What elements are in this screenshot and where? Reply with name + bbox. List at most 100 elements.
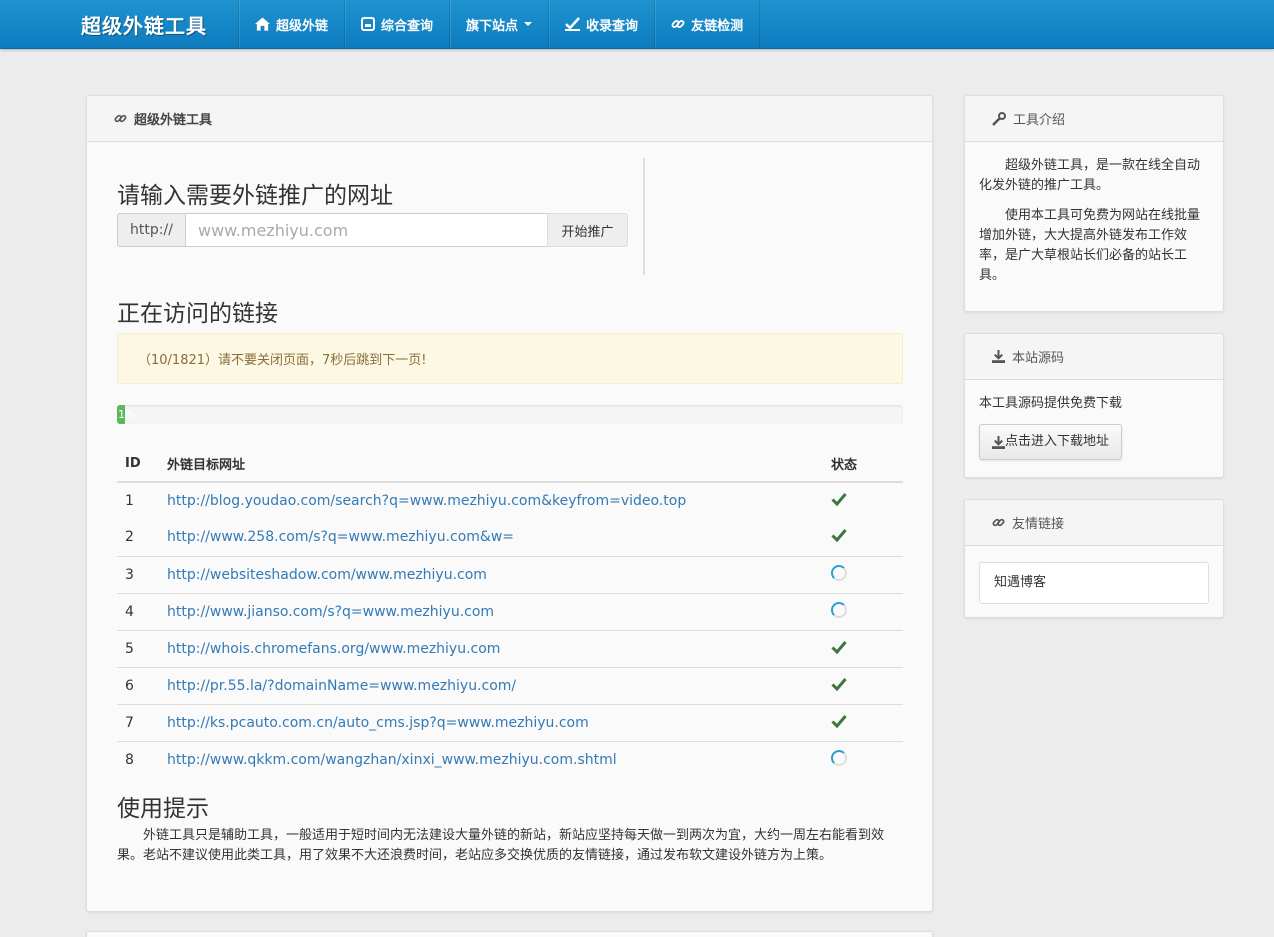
intro-paragraph: 超级外链工具，是一款在线全自动化发外链的推广工具。 — [979, 158, 1201, 193]
row-url: http://whois.chromefans.org/www.mezhiyu.… — [159, 629, 823, 667]
nav-item-label: 收录查询 — [586, 18, 639, 34]
friend-links-panel: 友情链接 知遇博客 — [964, 499, 1224, 618]
top-navbar: 超级外链工具 超级外链 综合查询 旗下站点 收录查询 友链检测 — [0, 0, 1274, 49]
input-heading: 请输入需要外链推广的网址 — [117, 183, 393, 209]
nav-item-index-query[interactable]: 收录查询 — [548, 0, 654, 48]
loading-spinner-icon — [831, 749, 847, 766]
friend-link-item[interactable]: 知遇博客 — [979, 562, 1209, 604]
divider — [643, 158, 645, 275]
row-id: 1 — [117, 481, 159, 519]
download-icon — [992, 435, 1005, 449]
target-url-link[interactable]: http://www.258.com/s?q=www.mezhiyu.com&w… — [167, 529, 514, 545]
bottom-panel — [86, 931, 933, 937]
hdd-icon — [361, 17, 376, 31]
target-url-link[interactable]: http://whois.chromefans.org/www.mezhiyu.… — [167, 641, 500, 657]
row-id: 5 — [117, 629, 159, 667]
check-icon — [831, 714, 847, 728]
row-id: 6 — [117, 666, 159, 704]
target-url-link[interactable]: http://www.jianso.com/s?q=www.mezhiyu.co… — [167, 604, 494, 620]
check-icon — [565, 17, 581, 31]
loading-spinner-icon — [831, 601, 847, 618]
main-nav: 超级外链 综合查询 旗下站点 收录查询 友链检测 — [238, 0, 761, 48]
table-row: 8 http://www.qkkm.com/wangzhan/xinxi_www.… — [117, 740, 903, 778]
row-status — [823, 740, 903, 778]
url-input-group: http:// 开始推广 — [117, 213, 628, 247]
start-promote-button[interactable]: 开始推广 — [547, 213, 628, 247]
main-panel: 超级外链工具 请输入需要外链推广的网址 http:// 开始推广 正在访问的链接… — [86, 95, 933, 912]
tool-intro-panel: 工具介绍 超级外链工具，是一款在线全自动化发外链的推广工具。 使用本工具可免费为… — [964, 95, 1224, 312]
table-row: 3 http://websiteshadow.com/www.mezhiyu.co… — [117, 555, 903, 593]
row-url: http://blog.youdao.com/search?q=www.mezh… — [159, 481, 823, 519]
table-row: 6 http://pr.55.la/?domainName=www.mezhiyu… — [117, 666, 903, 704]
progress-alert: （10/1821）请不要关闭页面，7秒后跳到下一页! — [117, 333, 903, 384]
row-status — [823, 519, 903, 556]
row-url: http://www.qkkm.com/wangzhan/xinxi_www.m… — [159, 740, 823, 778]
check-icon — [831, 493, 847, 507]
row-status — [823, 592, 903, 630]
nav-item-label: 友链检测 — [691, 18, 744, 34]
table-row: 2 http://www.258.com/s?q=www.mezhiyu.com&… — [117, 519, 903, 556]
friend-links-header: 友情链接 — [965, 500, 1223, 546]
row-id: 8 — [117, 740, 159, 778]
row-url: http://ks.pcauto.com.cn/auto_cms.jsp?q=w… — [159, 703, 823, 741]
friend-links-body: 知遇博客 — [965, 546, 1223, 618]
links-table: ID 外链目标网址 状态 1 http://blog.youdao.com/sea… — [117, 446, 903, 778]
download-button[interactable]: 点击进入下载地址 — [979, 424, 1123, 460]
download-button-label: 点击进入下载地址 — [1005, 434, 1110, 449]
panel-title: 本站源码 — [1012, 351, 1065, 366]
row-url: http://websiteshadow.com/www.mezhiyu.com — [159, 555, 823, 593]
link-icon — [992, 518, 1005, 527]
row-url: http://www.258.com/s?q=www.mezhiyu.com&w… — [159, 519, 823, 556]
row-id: 2 — [125, 529, 134, 546]
panel-title: 工具介绍 — [1013, 113, 1066, 128]
brand-logo[interactable]: 超级外链工具 — [81, 10, 207, 39]
progress-bar: 1% — [117, 405, 135, 424]
url-input[interactable] — [186, 213, 547, 247]
row-id: 7 — [117, 703, 159, 741]
link-icon — [114, 114, 127, 123]
source-body: 本工具源码提供免费下载 点击进入下载地址 — [965, 380, 1223, 474]
main-panel-header: 超级外链工具 — [87, 96, 932, 142]
home-icon — [255, 17, 270, 31]
wrench-icon — [992, 111, 1006, 126]
target-url-link[interactable]: http://pr.55.la/?domainName=www.mezhiyu.… — [167, 678, 516, 694]
target-url-link[interactable]: http://ks.pcauto.com.cn/auto_cms.jsp?q=w… — [167, 715, 589, 731]
tool-intro-body: 超级外链工具，是一款在线全自动化发外链的推广工具。 使用本工具可免费为网站在线批… — [965, 142, 1223, 310]
row-url: http://www.jianso.com/s?q=www.mezhiyu.co… — [159, 592, 823, 630]
nav-item-label: 综合查询 — [381, 18, 434, 34]
row-id: 3 — [117, 555, 159, 593]
nav-item-comprehensive-query[interactable]: 综合查询 — [344, 0, 449, 48]
table-header-row: ID 外链目标网址 状态 — [117, 446, 903, 483]
nav-item-label: 旗下站点 — [466, 18, 519, 34]
nav-item-super-links[interactable]: 超级外链 — [238, 0, 344, 48]
nav-item-label: 超级外链 — [276, 18, 329, 34]
table-row: 4 http://www.jianso.com/s?q=www.mezhiyu.c… — [117, 592, 903, 630]
row-status — [823, 666, 903, 704]
source-header: 本站源码 — [965, 334, 1223, 380]
caret-down-icon — [524, 22, 533, 26]
col-header-status: 状态 — [823, 446, 903, 483]
tips-heading: 使用提示 — [117, 796, 209, 822]
row-url: http://pr.55.la/?domainName=www.mezhiyu.… — [159, 666, 823, 704]
source-text: 本工具源码提供免费下载 — [979, 396, 1123, 411]
source-panel: 本站源码 本工具源码提供免费下载 点击进入下载地址 — [964, 333, 1224, 478]
progress-track: 1% — [117, 405, 903, 424]
tips-text: 外链工具只是辅助工具，一般适用于短时间内无法建设大量外链的新站，新站应坚持每天做… — [117, 828, 885, 863]
tool-intro-header: 工具介绍 — [965, 96, 1223, 142]
nav-item-our-sites-dropdown[interactable]: 旗下站点 — [449, 0, 548, 48]
url-prefix: http:// — [117, 213, 186, 247]
visiting-heading: 正在访问的链接 — [117, 301, 278, 327]
col-header-url: 外链目标网址 — [159, 446, 823, 483]
row-id: 4 — [117, 592, 159, 630]
row-status — [823, 555, 903, 593]
target-url-link[interactable]: http://www.qkkm.com/wangzhan/xinxi_www.m… — [167, 752, 617, 768]
panel-title: 超级外链工具 — [134, 113, 213, 128]
target-url-link[interactable]: http://blog.youdao.com/search?q=www.mezh… — [167, 493, 686, 509]
check-icon — [831, 677, 847, 691]
target-url-link[interactable]: http://websiteshadow.com/www.mezhiyu.com — [167, 567, 487, 583]
panel-title: 友情链接 — [1012, 517, 1065, 532]
link-icon — [671, 20, 685, 28]
nav-item-friend-link-check[interactable]: 友链检测 — [654, 0, 761, 48]
download-icon — [992, 350, 1005, 363]
row-status — [823, 703, 903, 741]
